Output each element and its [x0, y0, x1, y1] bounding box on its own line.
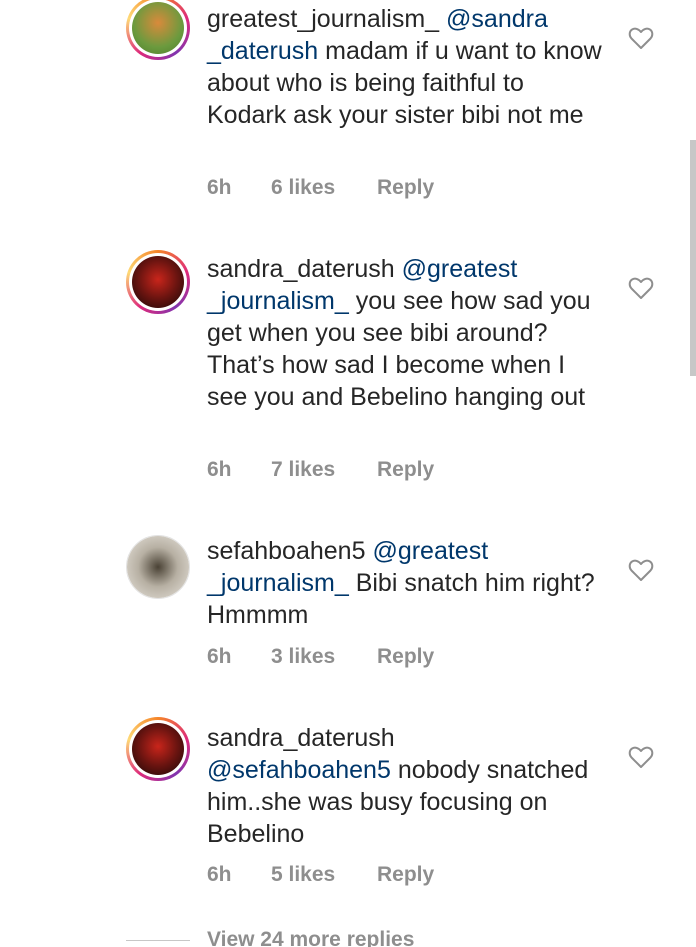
reply-button[interactable]: Reply — [377, 863, 434, 887]
comment-meta: 6h 7 likes Reply — [207, 458, 434, 482]
likes-count[interactable]: 6 likes — [271, 176, 377, 200]
comment-text: sandra_daterush @sefahboahen5 nobody sna… — [207, 722, 607, 850]
avatar[interactable] — [126, 717, 190, 781]
comment-meta: 6h 3 likes Reply — [207, 645, 434, 669]
comment-time: 6h — [207, 863, 232, 886]
comment-username[interactable]: sandra_daterush — [207, 724, 395, 752]
comment-time: 6h — [207, 458, 232, 481]
comments-screen: greatest_journalism_ @sandra _daterush m… — [0, 0, 696, 947]
comment-username[interactable]: greatest_journalism_ — [207, 5, 439, 33]
avatar[interactable] — [126, 0, 190, 60]
comment-text: sandra_daterush @greatest _journalism_ y… — [207, 253, 607, 413]
comment-text: sefahboahen5 @greatest _journalism_ Bibi… — [207, 535, 607, 631]
comment-time: 6h — [207, 176, 232, 199]
view-more-replies-button[interactable]: View 24 more replies — [126, 926, 546, 947]
heart-outline-icon[interactable] — [628, 26, 654, 50]
mention-link[interactable]: @sandra — [446, 5, 548, 33]
view-more-replies-label: View 24 more replies — [207, 928, 415, 947]
comment-username[interactable]: sefahboahen5 — [207, 537, 365, 565]
avatar[interactable] — [126, 535, 190, 599]
divider — [126, 940, 190, 941]
reply-button[interactable]: Reply — [377, 458, 434, 482]
comment-text: greatest_journalism_ @sandra _daterush m… — [207, 3, 607, 131]
scrollbar[interactable] — [690, 140, 696, 376]
comment-username[interactable]: sandra_daterush — [207, 255, 395, 283]
heart-outline-icon[interactable] — [628, 276, 654, 300]
likes-count[interactable]: 7 likes — [271, 458, 377, 482]
avatar[interactable] — [126, 250, 190, 314]
heart-outline-icon[interactable] — [628, 558, 654, 582]
reply-button[interactable]: Reply — [377, 645, 434, 669]
mention-link[interactable]: @sefahboahen5 — [207, 756, 391, 784]
likes-count[interactable]: 5 likes — [271, 863, 377, 887]
mention-link[interactable]: _daterush — [207, 37, 318, 65]
likes-count[interactable]: 3 likes — [271, 645, 377, 669]
comment-meta: 6h 6 likes Reply — [207, 176, 434, 200]
comment-time: 6h — [207, 645, 232, 668]
reply-button[interactable]: Reply — [377, 176, 434, 200]
comment-meta: 6h 5 likes Reply — [207, 863, 434, 887]
heart-outline-icon[interactable] — [628, 745, 654, 769]
